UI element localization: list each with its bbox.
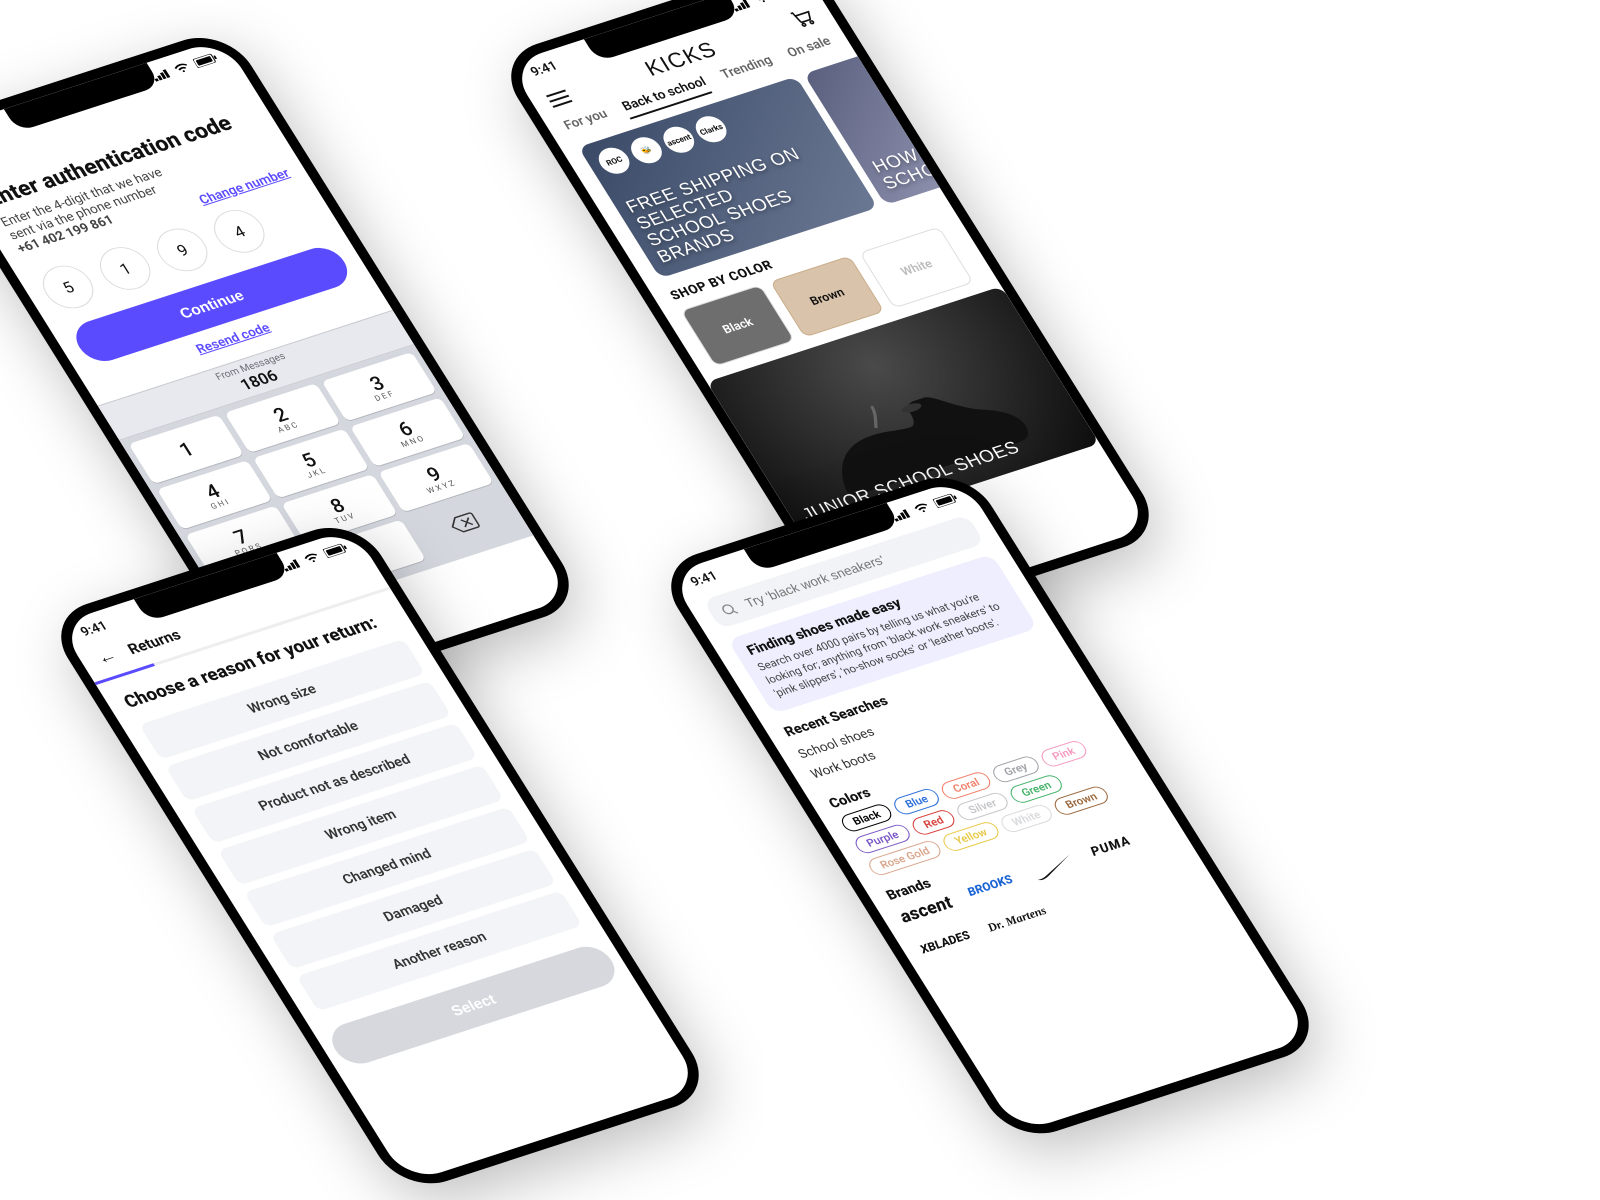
search-icon [717,600,741,619]
back-button[interactable]: ← [93,645,122,669]
cart-button[interactable] [786,4,821,34]
brand-badge: Clarks [690,113,732,146]
wifi-icon [752,0,771,5]
battery-icon [323,543,349,559]
tab-for-you[interactable]: For you [561,107,614,139]
brand-logo-dr-martens[interactable]: Dr. Martens [984,903,1049,935]
brand-logo-puma[interactable]: PUMA [1088,834,1140,869]
brand-badge: 🐝 [625,134,667,167]
color-swatch-white[interactable]: White [859,227,974,309]
menu-button[interactable] [546,89,573,107]
battery-icon [933,493,959,509]
brand-logo-nike[interactable] [1027,852,1083,888]
battery-icon [193,53,219,69]
status-time: 9:41 [688,568,721,589]
code-digit-2[interactable]: 1 [91,241,160,295]
code-digit-3[interactable]: 9 [148,223,217,277]
code-digit-1[interactable]: 5 [34,260,103,314]
nike-swoosh-icon [1028,854,1080,883]
brand-logo-brooks[interactable]: BROOKS [964,872,1022,909]
status-time: 9:41 [528,58,561,79]
tab-on-sale[interactable]: On sale [784,34,837,66]
tab-trending[interactable]: Trending [718,53,779,87]
wifi-icon [172,62,191,75]
status-time: 9:41 [78,618,111,639]
cart-icon [786,4,819,30]
color-swatch-black[interactable]: Black [680,285,795,367]
hero-card-text: HOW D SCHOO [869,139,955,193]
color-swatch-brown[interactable]: Brown [770,256,885,338]
wifi-icon [912,502,931,515]
wifi-icon [302,552,321,565]
brand-logo-xblades[interactable]: XBLADES [917,928,973,957]
backspace-icon [446,510,484,536]
brand-badge: ascent [658,123,700,156]
brand-badge: ROC [593,144,635,177]
code-digit-4[interactable]: 4 [205,204,274,258]
